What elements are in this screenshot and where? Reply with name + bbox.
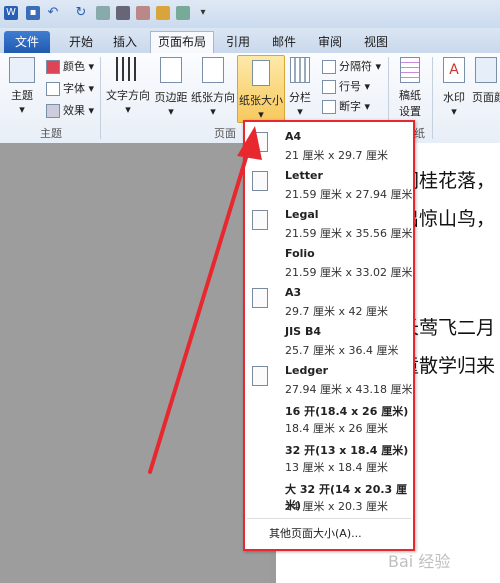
annotation-arrow-icon <box>148 126 262 474</box>
watermark-logo: Bai 经验 <box>388 552 451 571</box>
